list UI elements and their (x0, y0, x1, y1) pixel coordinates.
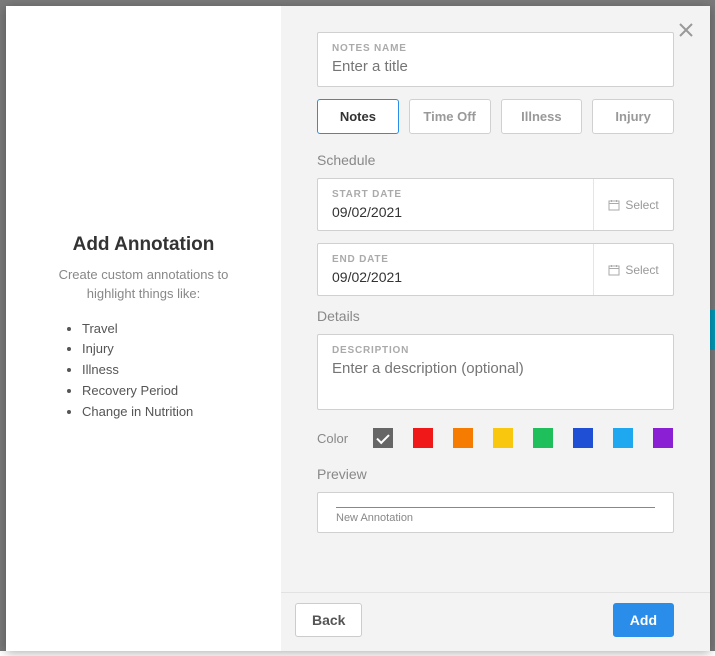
select-label: Select (625, 263, 658, 277)
color-swatch-lightblue[interactable] (613, 428, 633, 448)
calendar-icon (608, 199, 620, 211)
close-button[interactable] (676, 20, 696, 40)
add-button[interactable]: Add (613, 603, 674, 637)
form-panel: NOTES NAME Notes Time Off Illness Injury… (281, 6, 710, 651)
list-item: Change in Nutrition (82, 402, 193, 423)
select-label: Select (625, 198, 658, 212)
color-swatch-yellow[interactable] (493, 428, 513, 448)
start-date-field: START DATE 09/02/2021 Select (317, 178, 674, 231)
description-input[interactable] (332, 360, 659, 377)
list-item: Recovery Period (82, 381, 193, 402)
start-date-label: START DATE (332, 189, 579, 200)
color-swatch-grey[interactable] (373, 428, 393, 448)
back-button[interactable]: Back (295, 603, 362, 637)
color-swatches (373, 428, 673, 448)
start-date-select-button[interactable]: Select (593, 179, 673, 230)
close-icon (676, 20, 696, 40)
notes-name-input[interactable] (332, 58, 659, 75)
tab-injury[interactable]: Injury (592, 99, 674, 134)
calendar-icon (608, 264, 620, 276)
schedule-label: Schedule (317, 152, 674, 168)
color-swatch-orange[interactable] (453, 428, 473, 448)
add-annotation-modal: Add Annotation Create custom annotations… (6, 6, 710, 651)
end-date-field: END DATE 09/02/2021 Select (317, 243, 674, 296)
modal-footer: Back Add (281, 592, 710, 651)
panel-title: Add Annotation (73, 234, 215, 256)
details-label: Details (317, 308, 674, 324)
preview-text: New Annotation (336, 512, 655, 524)
color-swatch-red[interactable] (413, 428, 433, 448)
color-swatch-blue[interactable] (573, 428, 593, 448)
tab-notes[interactable]: Notes (317, 99, 399, 134)
list-item: Injury (82, 339, 193, 360)
color-swatch-purple[interactable] (653, 428, 673, 448)
tab-illness[interactable]: Illness (501, 99, 583, 134)
preview-box: New Annotation (317, 492, 674, 533)
color-swatch-green[interactable] (533, 428, 553, 448)
info-panel: Add Annotation Create custom annotations… (6, 6, 281, 651)
color-label: Color (317, 431, 353, 446)
preview-label: Preview (317, 466, 674, 482)
description-label: DESCRIPTION (332, 345, 659, 356)
end-date-value[interactable]: 09/02/2021 (332, 269, 579, 285)
end-date-select-button[interactable]: Select (593, 244, 673, 295)
panel-subtitle: Create custom annotations to highlight t… (36, 266, 251, 302)
color-row: Color (317, 428, 674, 448)
list-item: Travel (82, 319, 193, 340)
tab-time-off[interactable]: Time Off (409, 99, 491, 134)
example-list: Travel Injury Illness Recovery Period Ch… (64, 319, 193, 423)
list-item: Illness (82, 360, 193, 381)
type-tabs: Notes Time Off Illness Injury (317, 99, 674, 134)
end-date-label: END DATE (332, 254, 579, 265)
notes-name-field[interactable]: NOTES NAME (317, 32, 674, 87)
notes-name-label: NOTES NAME (332, 43, 659, 54)
start-date-value[interactable]: 09/02/2021 (332, 204, 579, 220)
description-field[interactable]: DESCRIPTION (317, 334, 674, 410)
